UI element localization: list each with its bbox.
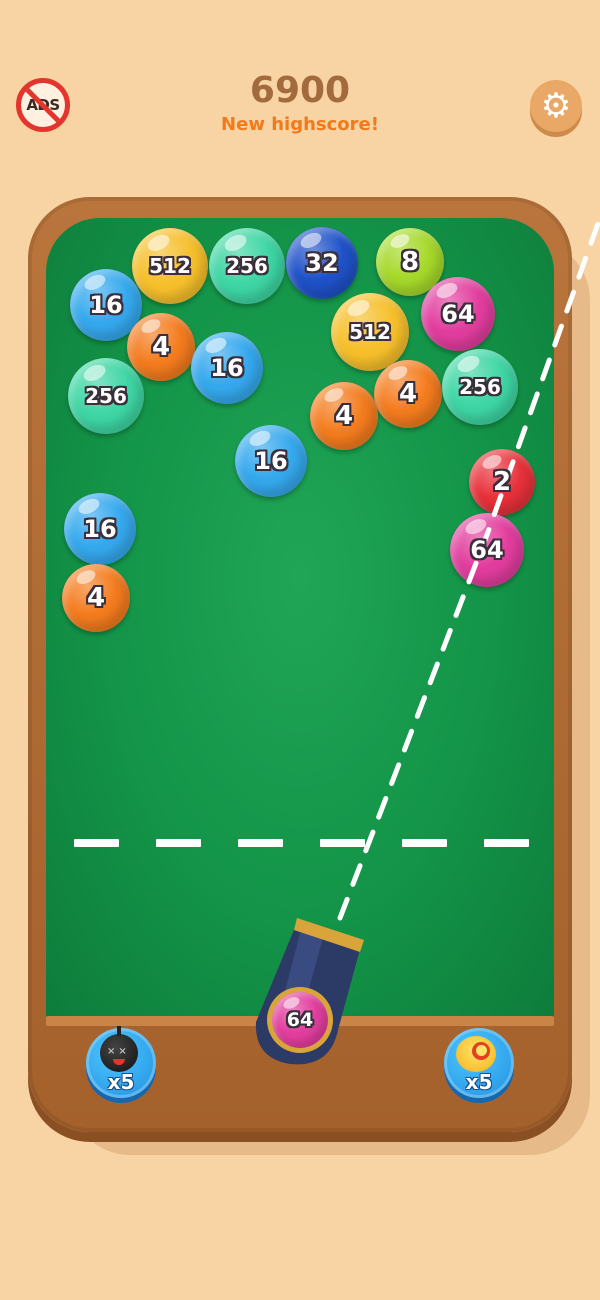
ball-value: 512 — [149, 254, 191, 278]
ball-value: 256 — [459, 375, 501, 399]
settings-button[interactable]: ⚙ — [530, 80, 582, 132]
ball-32: 32 — [286, 227, 358, 299]
ball-value: 256 — [85, 384, 127, 408]
ball-value: 16 — [210, 354, 244, 382]
shooter-ball: 64 — [272, 992, 328, 1048]
ball-value: 4 — [398, 379, 418, 409]
highscore-label: New highscore! — [221, 114, 379, 135]
ball-512: 512 — [331, 293, 409, 371]
ball-value: 64 — [470, 536, 504, 564]
ball-value: 16 — [83, 515, 117, 543]
ball-16: 16 — [64, 493, 136, 565]
ball-4: 4 — [127, 313, 195, 381]
shooter-ball-value: 64 — [286, 1009, 314, 1031]
ball-value: 32 — [305, 249, 339, 277]
ball-value: 4 — [334, 401, 354, 431]
ball-value: 4 — [86, 583, 106, 613]
fireball-icon — [456, 1036, 496, 1072]
score: 6900 — [249, 70, 351, 111]
ball-value: 64 — [441, 300, 475, 328]
ball-64: 64 — [450, 513, 524, 587]
ball-16: 16 — [235, 425, 307, 497]
ball-512: 512 — [132, 228, 208, 304]
ball-256: 256 — [442, 349, 518, 425]
bomb-booster-count: x5 — [107, 1070, 135, 1094]
ball-value: 4 — [151, 332, 171, 362]
ball-64: 64 — [421, 277, 495, 351]
danger-line — [74, 839, 529, 847]
ball-16: 16 — [191, 332, 263, 404]
ball-256: 256 — [68, 358, 144, 434]
ball-value: 16 — [254, 447, 288, 475]
fireball-booster-count: x5 — [465, 1070, 493, 1094]
ball-value: 2 — [492, 467, 512, 497]
top-bar: ADS 6900 New highscore! ⚙ — [0, 0, 600, 160]
ball-4: 4 — [374, 360, 442, 428]
ball-value: 8 — [400, 247, 420, 277]
gear-icon: ⚙ — [540, 86, 572, 126]
ball-4: 4 — [62, 564, 130, 632]
ball-4: 4 — [310, 382, 378, 450]
bomb-booster-button[interactable]: ×× x5 — [86, 1026, 156, 1098]
ball-value: 256 — [226, 254, 268, 278]
ball-value: 512 — [349, 320, 391, 344]
bomb-icon: ×× — [100, 1026, 138, 1072]
fireball-booster-button[interactable]: x5 — [444, 1028, 514, 1098]
ball-256: 256 — [209, 228, 285, 304]
ball-value: 16 — [89, 291, 123, 319]
ball-2: 2 — [469, 449, 535, 515]
